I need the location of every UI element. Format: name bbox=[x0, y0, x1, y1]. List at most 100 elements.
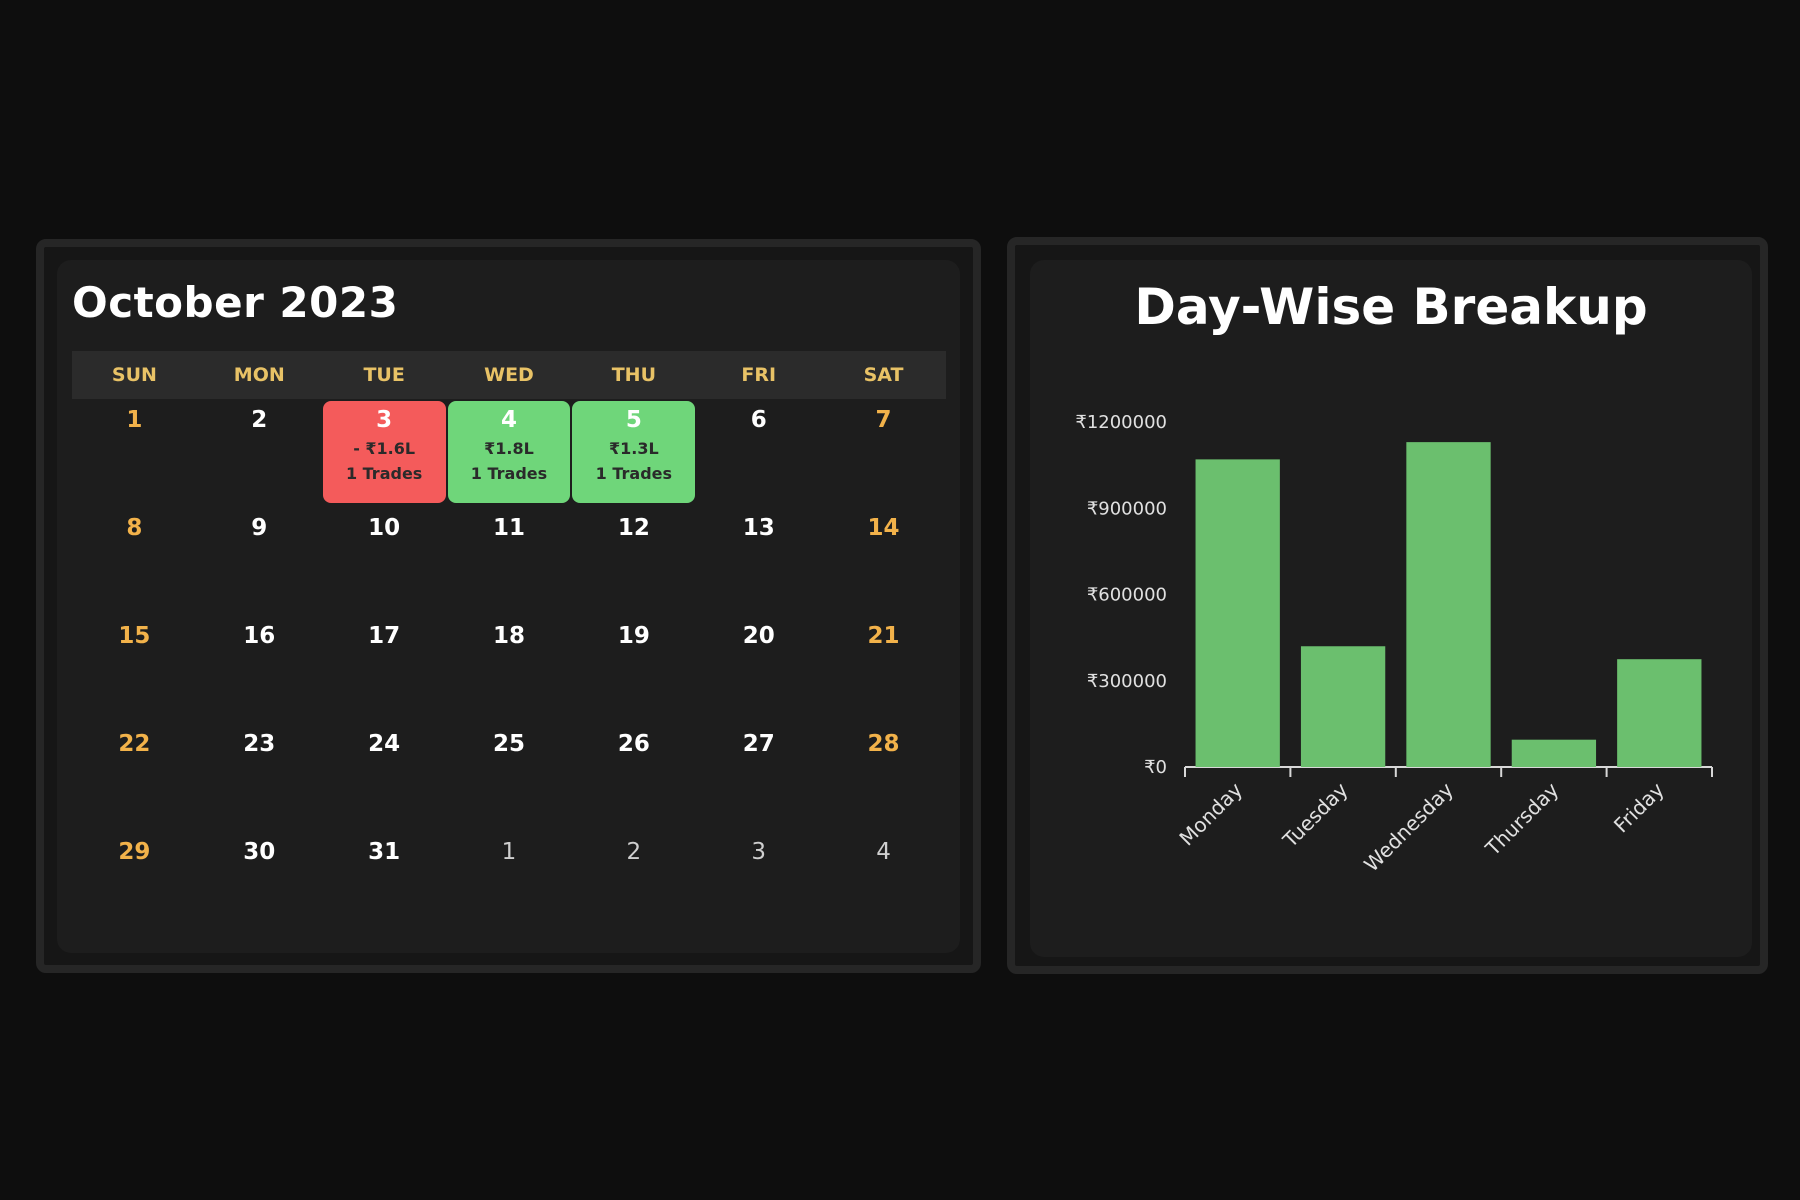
day-number: 7 bbox=[875, 407, 892, 433]
calendar-grid: 123- ₹1.6L 1 Trades 4 ₹1.8L 1 Trades 5 ₹1.3L 1 … bbox=[72, 399, 946, 939]
calendar-day[interactable]: 25 bbox=[447, 723, 572, 831]
day-number: 8 bbox=[126, 515, 143, 541]
calendar-day[interactable]: 8 bbox=[72, 507, 197, 615]
day-number: 20 bbox=[742, 623, 775, 649]
calendar-day-profit[interactable]: 4 ₹1.8L 1 Trades bbox=[447, 401, 571, 503]
calendar-day[interactable]: 26 bbox=[571, 723, 696, 831]
day-number: 1 bbox=[501, 839, 517, 865]
calendar-day[interactable]: 17 bbox=[322, 615, 447, 723]
weekday-label-thu: THU bbox=[611, 364, 656, 386]
day-number: 15 bbox=[118, 623, 151, 649]
calendar-day[interactable]: 7 bbox=[821, 399, 946, 507]
x-category-label: Friday bbox=[1609, 777, 1669, 837]
calendar-day[interactable]: 20 bbox=[696, 615, 821, 723]
day-number: 18 bbox=[492, 623, 525, 649]
day-number: 6 bbox=[750, 407, 767, 433]
day-number: 24 bbox=[368, 731, 401, 757]
day-number: 21 bbox=[867, 623, 900, 649]
x-category-label: Tuesday bbox=[1277, 777, 1352, 852]
calendar-day[interactable]: 30 bbox=[197, 831, 322, 939]
x-category-label: Thursday bbox=[1480, 777, 1564, 861]
weekday-label-wed: WED bbox=[484, 364, 534, 386]
bar-friday[interactable] bbox=[1617, 659, 1702, 767]
calendar-day[interactable]: 10 bbox=[322, 507, 447, 615]
day-number: 16 bbox=[243, 623, 276, 649]
day-number: 28 bbox=[867, 731, 900, 757]
day-pnl: ₹1.3L bbox=[609, 439, 659, 458]
calendar-day[interactable]: 24 bbox=[322, 723, 447, 831]
y-tick-label: ₹1200000 bbox=[1075, 412, 1167, 433]
day-number: 17 bbox=[368, 623, 401, 649]
x-category-label: Monday bbox=[1174, 777, 1247, 850]
chart-panel: Day-Wise Breakup ₹0 ₹300000 ₹600000 ₹900000… bbox=[1007, 237, 1768, 974]
chart-card: Day-Wise Breakup ₹0 ₹300000 ₹600000 ₹900000… bbox=[1030, 260, 1752, 957]
calendar-day-profit[interactable]: 5 ₹1.3L 1 Trades bbox=[572, 401, 696, 503]
day-trade-count: 1 Trades bbox=[345, 464, 423, 483]
calendar-day[interactable]: 21 bbox=[821, 615, 946, 723]
day-number: 19 bbox=[617, 623, 650, 649]
calendar-day[interactable]: 29 bbox=[72, 831, 197, 939]
day-number: 10 bbox=[368, 515, 401, 541]
day-number: 5 bbox=[625, 407, 642, 433]
calendar-day[interactable]: 19 bbox=[571, 615, 696, 723]
day-number: 3 bbox=[376, 407, 393, 433]
bar-wednesday[interactable] bbox=[1406, 442, 1491, 767]
day-number: 25 bbox=[492, 731, 525, 757]
calendar-day-loss[interactable]: 3 - ₹1.6L 1 Trades bbox=[322, 401, 446, 503]
day-number: 1 bbox=[126, 407, 143, 433]
weekday-header: SUN MON TUE WED THU FRI SAT bbox=[72, 351, 946, 399]
calendar-day[interactable]: 31 bbox=[322, 831, 447, 939]
calendar-day[interactable]: 13 bbox=[696, 507, 821, 615]
calendar-day[interactable]: 4 bbox=[821, 831, 946, 939]
calendar-day[interactable]: 15 bbox=[72, 615, 197, 723]
day-number: 27 bbox=[742, 731, 775, 757]
calendar-day[interactable]: 9 bbox=[197, 507, 322, 615]
calendar-day[interactable]: 28 bbox=[821, 723, 946, 831]
day-number: 4 bbox=[500, 407, 517, 433]
calendar-title: October 2023 bbox=[72, 278, 399, 327]
day-number: 11 bbox=[492, 515, 525, 541]
weekday-label-mon: MON bbox=[233, 364, 285, 386]
y-tick-label: ₹900000 bbox=[1087, 498, 1167, 519]
y-tick-label: ₹300000 bbox=[1087, 671, 1167, 692]
calendar-day[interactable]: 3 bbox=[696, 831, 821, 939]
bar-monday[interactable] bbox=[1195, 459, 1280, 767]
calendar-panel: October 2023 SUN MON TUE WED THU FRI SAT 123- … bbox=[36, 239, 981, 973]
calendar-card: October 2023 SUN MON TUE WED THU FRI SAT 123- … bbox=[57, 260, 960, 953]
x-category-label: Wednesday bbox=[1359, 777, 1458, 876]
y-tick-label: ₹0 bbox=[1144, 757, 1167, 778]
day-wise-bar-chart: ₹0 ₹300000 ₹600000 ₹900000 ₹1200000 Monday Tue… bbox=[1075, 412, 1713, 876]
day-number: 22 bbox=[118, 731, 151, 757]
day-number: 12 bbox=[617, 515, 650, 541]
day-trade-count: 1 Trades bbox=[470, 464, 548, 483]
day-number: 26 bbox=[617, 731, 650, 757]
bar-tuesday[interactable] bbox=[1300, 646, 1386, 767]
calendar-day[interactable]: 18 bbox=[447, 615, 572, 723]
day-pnl: - ₹1.6L bbox=[353, 439, 416, 458]
day-pnl: ₹1.8L bbox=[484, 439, 534, 458]
calendar-day[interactable]: 14 bbox=[821, 507, 946, 615]
calendar-day[interactable]: 16 bbox=[197, 615, 322, 723]
day-number: 13 bbox=[742, 515, 775, 541]
calendar-day[interactable]: 1 bbox=[72, 399, 197, 507]
day-number: 30 bbox=[243, 839, 276, 865]
weekday-label-tue: TUE bbox=[363, 364, 405, 386]
calendar-day[interactable]: 6 bbox=[696, 399, 821, 507]
calendar-day[interactable]: 2 bbox=[197, 399, 322, 507]
bar-thursday[interactable] bbox=[1511, 739, 1597, 767]
weekday-label-fri: FRI bbox=[741, 364, 777, 386]
calendar-day[interactable]: 23 bbox=[197, 723, 322, 831]
day-number: 29 bbox=[118, 839, 151, 865]
calendar-day[interactable]: 11 bbox=[447, 507, 572, 615]
day-number: 23 bbox=[243, 731, 276, 757]
calendar-day[interactable]: 12 bbox=[571, 507, 696, 615]
day-trade-count: 1 Trades bbox=[595, 464, 673, 483]
day-number: 9 bbox=[251, 515, 268, 541]
day-number: 2 bbox=[251, 407, 268, 433]
calendar-day[interactable]: 1 bbox=[447, 831, 572, 939]
day-number: 31 bbox=[368, 839, 401, 865]
calendar-day[interactable]: 27 bbox=[696, 723, 821, 831]
weekday-label-sat: SAT bbox=[863, 364, 904, 386]
calendar-day[interactable]: 22 bbox=[72, 723, 197, 831]
calendar-day[interactable]: 2 bbox=[571, 831, 696, 939]
